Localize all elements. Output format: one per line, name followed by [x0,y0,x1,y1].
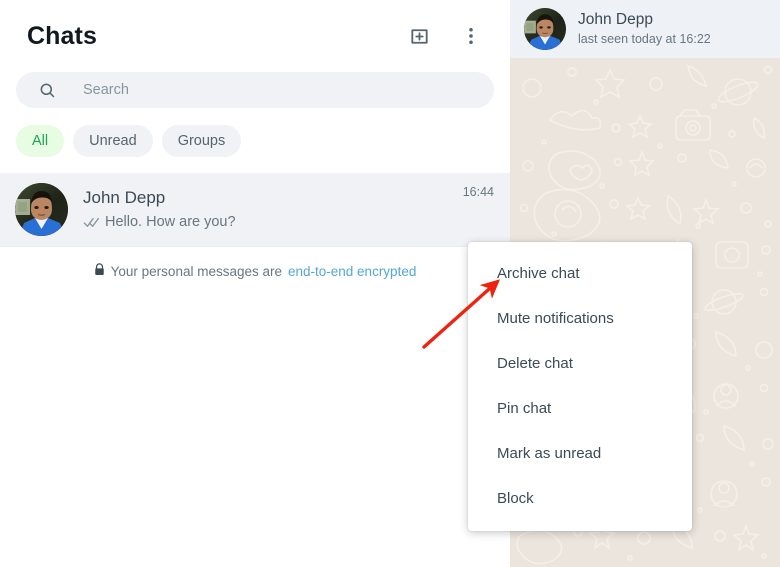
page-title: Chats [27,21,97,50]
search-container [0,72,510,108]
filter-chip-unread[interactable]: Unread [73,125,153,157]
menu-item-delete-chat[interactable]: Delete chat [468,341,692,386]
double-check-icon [83,216,101,229]
avatar [15,183,68,236]
search-icon [38,81,57,100]
chat-item-body: John Depp Hello. How are you? [83,187,463,232]
menu-item-pin-chat[interactable]: Pin chat [468,386,692,431]
chats-panel: Chats Search All Unread Groups John Depp… [0,0,510,567]
menu-item-block[interactable]: Block [468,476,692,521]
encryption-notice: Your personal messages are end-to-end en… [0,247,510,279]
conversation-header[interactable]: John Depp last seen today at 16:22 [510,0,780,58]
lock-icon [94,263,105,279]
chat-context-menu: Archive chat Mute notifications Delete c… [468,242,692,531]
contact-avatar[interactable] [524,8,566,50]
conversation-header-text: John Depp last seen today at 16:22 [578,10,711,48]
encryption-link[interactable]: end-to-end encrypted [288,264,416,279]
search-input[interactable] [83,82,463,98]
conversation-status: last seen today at 16:22 [578,32,711,46]
filter-chip-all[interactable]: All [16,125,65,157]
whatsapp-window: Chats Search All Unread Groups John Depp… [0,0,780,567]
new-chat-icon[interactable] [406,23,432,49]
chat-list-item[interactable]: John Depp Hello. How are you? 16:44 [0,173,510,246]
conversation-contact-name: John Depp [578,11,653,28]
chat-filters: All Unread Groups [0,108,510,173]
header-actions [406,23,484,49]
filter-chip-groups[interactable]: Groups [161,125,242,157]
menu-item-mute-notifications[interactable]: Mute notifications [468,296,692,341]
menu-item-archive-chat[interactable]: Archive chat [468,251,692,296]
chat-item-name: John Depp [83,188,166,207]
chat-item-preview-text: Hello. How are you? [105,214,236,230]
chat-item-time: 16:44 [462,185,494,199]
chat-list: John Depp Hello. How are you? 16:44 [0,173,510,247]
encryption-text: Your personal messages are [110,263,282,279]
chats-panel-header: Chats [0,0,510,72]
chat-item-preview: Hello. How are you? [83,212,463,232]
search-bar[interactable] [16,72,494,108]
menu-icon[interactable] [458,23,484,49]
menu-item-mark-as-unread[interactable]: Mark as unread [468,431,692,476]
